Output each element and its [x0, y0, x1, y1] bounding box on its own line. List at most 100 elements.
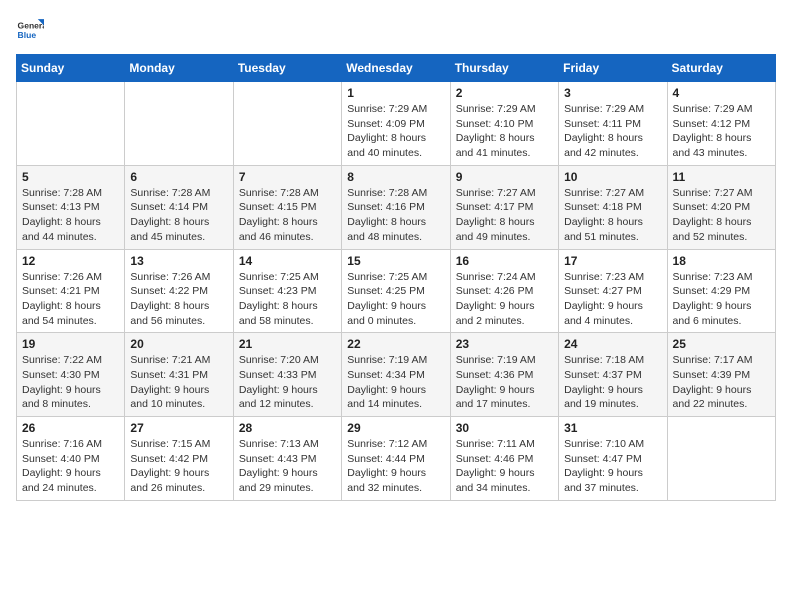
day-of-week-header: Saturday — [667, 55, 775, 82]
day-info: Sunrise: 7:29 AM Sunset: 4:10 PM Dayligh… — [456, 102, 553, 161]
day-number: 9 — [456, 170, 553, 184]
calendar-cell: 29Sunrise: 7:12 AM Sunset: 4:44 PM Dayli… — [342, 417, 450, 501]
calendar-week-row: 5 Sunrise: 7:28 AM Sunset: 4:13 PM Daylig… — [17, 165, 776, 249]
calendar-cell: 6Sunrise: 7:28 AM Sunset: 4:14 PM Daylig… — [125, 165, 233, 249]
calendar-cell: 24 Sunrise: 7:18 AM Sunset: 4:37 PM Dayli… — [559, 333, 667, 417]
day-info: Sunrise: 7:23 AM Sunset: 4:29 PM Dayligh… — [673, 270, 770, 329]
day-info: Sunrise: 7:27 AM Sunset: 4:20 PM Dayligh… — [673, 186, 770, 245]
calendar-cell: 26 Sunrise: 7:16 AM Sunset: 4:40 PM Dayli… — [17, 417, 125, 501]
calendar-cell: 22Sunrise: 7:19 AM Sunset: 4:34 PM Dayli… — [342, 333, 450, 417]
day-number: 18 — [673, 254, 770, 268]
day-info: Sunrise: 7:18 AM Sunset: 4:37 PM Dayligh… — [564, 353, 661, 412]
calendar-cell: 1 Sunrise: 7:29 AM Sunset: 4:09 PM Daylig… — [342, 82, 450, 166]
day-info: Sunrise: 7:16 AM Sunset: 4:40 PM Dayligh… — [22, 437, 119, 496]
calendar-cell: 10 Sunrise: 7:27 AM Sunset: 4:18 PM Dayli… — [559, 165, 667, 249]
calendar-cell — [233, 82, 341, 166]
day-number: 11 — [673, 170, 770, 184]
day-number: 5 — [22, 170, 119, 184]
calendar-week-row: 26 Sunrise: 7:16 AM Sunset: 4:40 PM Dayli… — [17, 417, 776, 501]
calendar-cell: 9 Sunrise: 7:27 AM Sunset: 4:17 PM Daylig… — [450, 165, 558, 249]
day-info: Sunrise: 7:27 AM Sunset: 4:18 PM Dayligh… — [564, 186, 661, 245]
day-of-week-header: Friday — [559, 55, 667, 82]
day-number: 23 — [456, 337, 553, 351]
calendar-cell: 28Sunrise: 7:13 AM Sunset: 4:43 PM Dayli… — [233, 417, 341, 501]
day-number: 27 — [130, 421, 227, 435]
day-info: Sunrise: 7:21 AM Sunset: 4:31 PM Dayligh… — [130, 353, 227, 412]
day-info: Sunrise: 7:27 AM Sunset: 4:17 PM Dayligh… — [456, 186, 553, 245]
calendar-cell: 30 Sunrise: 7:11 AM Sunset: 4:46 PM Dayli… — [450, 417, 558, 501]
day-info: Sunrise: 7:20 AM Sunset: 4:33 PM Dayligh… — [239, 353, 336, 412]
day-info: Sunrise: 7:26 AM Sunset: 4:22 PM Dayligh… — [130, 270, 227, 329]
day-info: Sunrise: 7:22 AM Sunset: 4:30 PM Dayligh… — [22, 353, 119, 412]
calendar-cell: 25Sunrise: 7:17 AM Sunset: 4:39 PM Dayli… — [667, 333, 775, 417]
day-of-week-header: Sunday — [17, 55, 125, 82]
calendar-cell: 16 Sunrise: 7:24 AM Sunset: 4:26 PM Dayli… — [450, 249, 558, 333]
calendar-cell: 2Sunrise: 7:29 AM Sunset: 4:10 PM Daylig… — [450, 82, 558, 166]
day-number: 10 — [564, 170, 661, 184]
day-info: Sunrise: 7:12 AM Sunset: 4:44 PM Dayligh… — [347, 437, 444, 496]
day-info: Sunrise: 7:28 AM Sunset: 4:13 PM Dayligh… — [22, 186, 119, 245]
day-info: Sunrise: 7:11 AM Sunset: 4:46 PM Dayligh… — [456, 437, 553, 496]
day-info: Sunrise: 7:29 AM Sunset: 4:09 PM Dayligh… — [347, 102, 444, 161]
day-info: Sunrise: 7:15 AM Sunset: 4:42 PM Dayligh… — [130, 437, 227, 496]
calendar-cell — [17, 82, 125, 166]
logo: General Blue — [16, 16, 44, 44]
calendar-week-row: 19 Sunrise: 7:22 AM Sunset: 4:30 PM Dayli… — [17, 333, 776, 417]
calendar-cell: 7Sunrise: 7:28 AM Sunset: 4:15 PM Daylig… — [233, 165, 341, 249]
calendar-cell — [667, 417, 775, 501]
day-info: Sunrise: 7:26 AM Sunset: 4:21 PM Dayligh… — [22, 270, 119, 329]
day-number: 26 — [22, 421, 119, 435]
calendar-cell: 18 Sunrise: 7:23 AM Sunset: 4:29 PM Dayli… — [667, 249, 775, 333]
day-of-week-header: Thursday — [450, 55, 558, 82]
calendar-cell: 5 Sunrise: 7:28 AM Sunset: 4:13 PM Daylig… — [17, 165, 125, 249]
calendar-week-row: 12 Sunrise: 7:26 AM Sunset: 4:21 PM Dayli… — [17, 249, 776, 333]
day-info: Sunrise: 7:28 AM Sunset: 4:15 PM Dayligh… — [239, 186, 336, 245]
calendar-cell: 3 Sunrise: 7:29 AM Sunset: 4:11 PM Daylig… — [559, 82, 667, 166]
day-number: 16 — [456, 254, 553, 268]
day-number: 22 — [347, 337, 444, 351]
calendar-cell: 12 Sunrise: 7:26 AM Sunset: 4:21 PM Dayli… — [17, 249, 125, 333]
day-number: 30 — [456, 421, 553, 435]
calendar-cell: 21 Sunrise: 7:20 AM Sunset: 4:33 PM Dayli… — [233, 333, 341, 417]
day-number: 14 — [239, 254, 336, 268]
calendar-cell: 15Sunrise: 7:25 AM Sunset: 4:25 PM Dayli… — [342, 249, 450, 333]
day-number: 13 — [130, 254, 227, 268]
day-info: Sunrise: 7:29 AM Sunset: 4:11 PM Dayligh… — [564, 102, 661, 161]
day-number: 17 — [564, 254, 661, 268]
day-number: 24 — [564, 337, 661, 351]
logo-icon: General Blue — [16, 16, 44, 44]
day-info: Sunrise: 7:23 AM Sunset: 4:27 PM Dayligh… — [564, 270, 661, 329]
calendar-cell: 20 Sunrise: 7:21 AM Sunset: 4:31 PM Dayli… — [125, 333, 233, 417]
calendar-cell: 23 Sunrise: 7:19 AM Sunset: 4:36 PM Dayli… — [450, 333, 558, 417]
day-of-week-header: Wednesday — [342, 55, 450, 82]
day-number: 15 — [347, 254, 444, 268]
day-number: 12 — [22, 254, 119, 268]
day-number: 8 — [347, 170, 444, 184]
day-number: 20 — [130, 337, 227, 351]
day-info: Sunrise: 7:13 AM Sunset: 4:43 PM Dayligh… — [239, 437, 336, 496]
calendar-cell: 4Sunrise: 7:29 AM Sunset: 4:12 PM Daylig… — [667, 82, 775, 166]
day-of-week-header: Tuesday — [233, 55, 341, 82]
day-number: 19 — [22, 337, 119, 351]
day-of-week-header: Monday — [125, 55, 233, 82]
calendar-cell: 31Sunrise: 7:10 AM Sunset: 4:47 PM Dayli… — [559, 417, 667, 501]
calendar-body: 1 Sunrise: 7:29 AM Sunset: 4:09 PM Daylig… — [17, 82, 776, 501]
calendar-header-row: SundayMondayTuesdayWednesdayThursdayFrid… — [17, 55, 776, 82]
calendar-cell: 14 Sunrise: 7:25 AM Sunset: 4:23 PM Dayli… — [233, 249, 341, 333]
calendar-cell: 19 Sunrise: 7:22 AM Sunset: 4:30 PM Dayli… — [17, 333, 125, 417]
day-info: Sunrise: 7:17 AM Sunset: 4:39 PM Dayligh… — [673, 353, 770, 412]
calendar-week-row: 1 Sunrise: 7:29 AM Sunset: 4:09 PM Daylig… — [17, 82, 776, 166]
calendar-cell: 17 Sunrise: 7:23 AM Sunset: 4:27 PM Dayli… — [559, 249, 667, 333]
day-number: 1 — [347, 86, 444, 100]
day-info: Sunrise: 7:25 AM Sunset: 4:23 PM Dayligh… — [239, 270, 336, 329]
svg-text:General: General — [18, 20, 44, 30]
day-info: Sunrise: 7:24 AM Sunset: 4:26 PM Dayligh… — [456, 270, 553, 329]
calendar-cell: 27 Sunrise: 7:15 AM Sunset: 4:42 PM Dayli… — [125, 417, 233, 501]
day-info: Sunrise: 7:29 AM Sunset: 4:12 PM Dayligh… — [673, 102, 770, 161]
calendar-cell — [125, 82, 233, 166]
day-info: Sunrise: 7:19 AM Sunset: 4:36 PM Dayligh… — [456, 353, 553, 412]
day-info: Sunrise: 7:28 AM Sunset: 4:16 PM Dayligh… — [347, 186, 444, 245]
calendar-cell: 13 Sunrise: 7:26 AM Sunset: 4:22 PM Dayli… — [125, 249, 233, 333]
day-number: 21 — [239, 337, 336, 351]
day-number: 3 — [564, 86, 661, 100]
